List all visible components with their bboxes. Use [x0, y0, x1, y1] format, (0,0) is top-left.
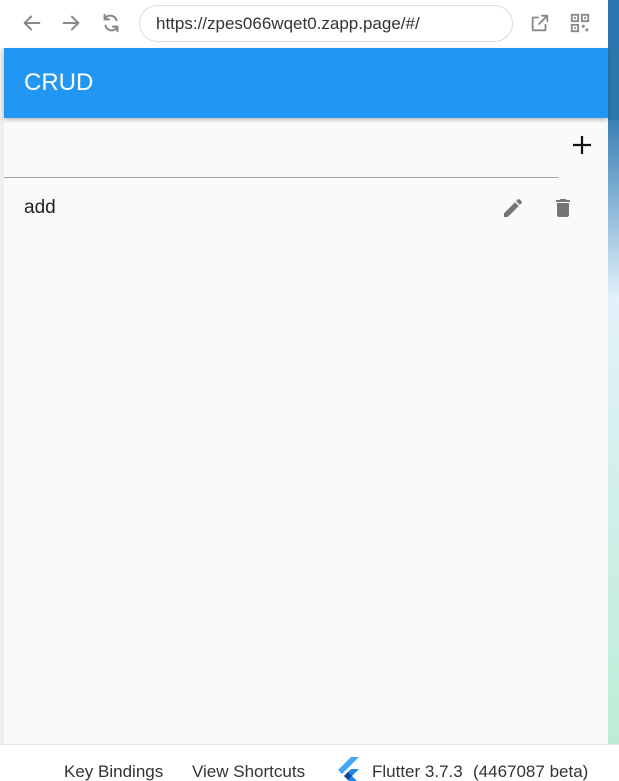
- app-bar: CRUD: [4, 48, 608, 118]
- flutter-logo-icon: [338, 757, 359, 781]
- add-button[interactable]: [567, 130, 597, 160]
- forward-button[interactable]: [57, 9, 85, 37]
- app-title: CRUD: [24, 69, 94, 96]
- open-external-button[interactable]: [526, 9, 554, 37]
- trash-icon: [556, 199, 570, 217]
- edit-button[interactable]: [499, 194, 527, 222]
- list-item: add: [4, 182, 608, 234]
- reload-button[interactable]: [97, 9, 125, 37]
- footer-bar: Key Bindings View Shortcuts Flutter 3.7.…: [0, 744, 619, 781]
- pencil-icon: [504, 198, 523, 217]
- url-text: https://zpes066wqet0.zapp.page/#/: [156, 13, 420, 33]
- qr-code-icon: [570, 13, 590, 33]
- delete-button[interactable]: [549, 194, 577, 222]
- flutter-version: Flutter 3.7.3: [372, 762, 463, 781]
- item-text-field[interactable]: [4, 118, 558, 178]
- open-external-icon: [531, 14, 549, 32]
- window-edge-top: [608, 0, 619, 120]
- flutter-build: (4467087 beta): [473, 762, 589, 781]
- forward-arrow-icon: [62, 15, 80, 31]
- view-shortcuts-link[interactable]: View Shortcuts: [192, 762, 305, 781]
- url-bar[interactable]: https://zpes066wqet0.zapp.page/#/: [139, 5, 513, 42]
- list-item-label: add: [24, 197, 56, 218]
- plus-icon: [573, 136, 591, 154]
- reload-icon: [103, 13, 119, 33]
- app-preview: CRUD add: [4, 48, 608, 744]
- back-button[interactable]: [18, 9, 46, 37]
- back-arrow-icon: [23, 15, 41, 31]
- key-bindings-link[interactable]: Key Bindings: [64, 762, 163, 781]
- qr-code-button[interactable]: [566, 9, 594, 37]
- input-row: [4, 118, 608, 180]
- browser-toolbar: https://zpes066wqet0.zapp.page/#/: [0, 0, 608, 48]
